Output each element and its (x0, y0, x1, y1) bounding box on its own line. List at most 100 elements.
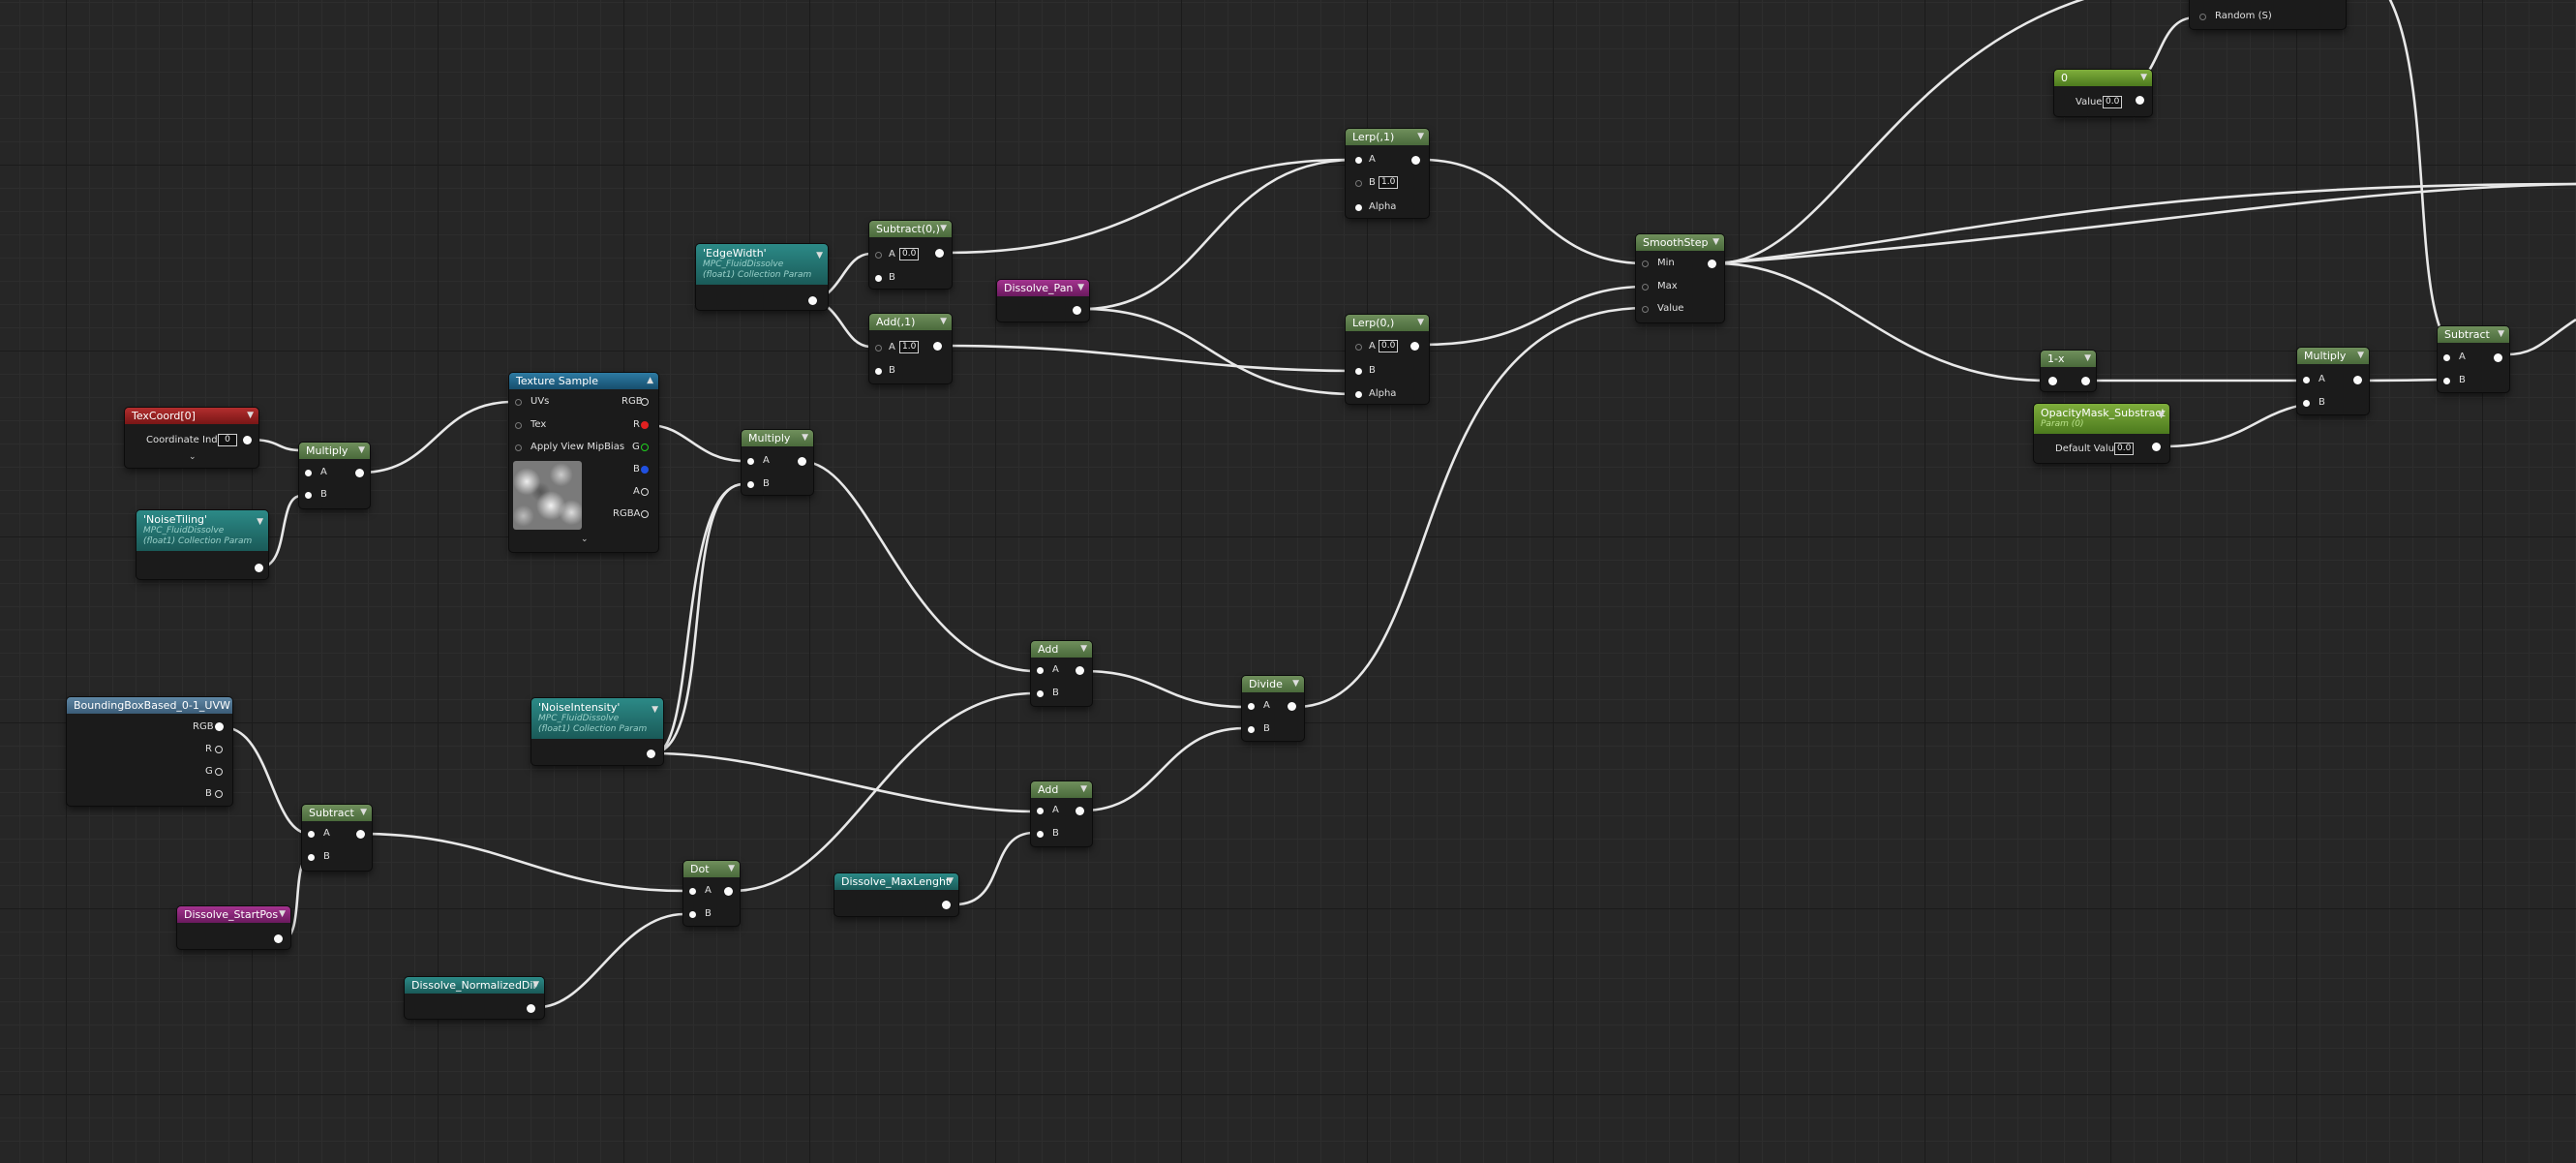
input-pin-b[interactable] (747, 481, 754, 488)
a-output-pin[interactable] (641, 488, 649, 496)
node-header[interactable]: Add ▼ (1031, 641, 1092, 658)
output-pin[interactable] (1076, 807, 1084, 815)
input-pin-b[interactable] (2303, 400, 2310, 407)
input-pin-a[interactable] (875, 345, 882, 352)
chevron-down-icon[interactable]: ▼ (1292, 676, 1299, 692)
tex-pin[interactable] (515, 422, 522, 429)
chevron-down-icon[interactable]: ▼ (2498, 326, 2504, 343)
input-pin-b[interactable] (1037, 690, 1044, 697)
chevron-down-icon[interactable]: ▼ (652, 704, 658, 717)
input-pin-b[interactable] (308, 854, 315, 861)
expand-icon[interactable]: ⌄ (189, 452, 197, 462)
chevron-down-icon[interactable]: ▼ (940, 314, 947, 330)
lerp-node[interactable]: Lerp(,1) ▼ A B 1.0 Alpha (1346, 129, 1429, 218)
default-value-field[interactable]: 0.0 (2114, 443, 2135, 455)
input-pin-b[interactable] (305, 492, 312, 499)
chevron-down-icon[interactable]: ▼ (360, 805, 367, 821)
output-pin[interactable] (808, 296, 817, 305)
input-pin-a[interactable] (2443, 354, 2450, 361)
smoothstep-node[interactable]: SmoothStep ▼ Min Max Value (1636, 234, 1724, 322)
input-pin-a[interactable] (308, 831, 315, 838)
noise-tiling-node[interactable]: 'NoiseTiling' MPC_FluidDissolve (float1) C… (136, 510, 268, 579)
constant-node[interactable]: 0 ▼ Value 0.0 (2054, 70, 2152, 116)
node-header[interactable]: SmoothStep ▼ (1636, 234, 1724, 251)
input-pin-a[interactable] (1355, 157, 1362, 164)
input-pin-min[interactable] (1642, 260, 1649, 267)
input-pin-value[interactable] (1642, 306, 1649, 313)
node-header[interactable]: Dissolve_StartPos ▼ (177, 906, 290, 923)
rgb-output-pin[interactable] (215, 722, 224, 731)
divide-node[interactable]: Divide ▼ A B (1242, 676, 1304, 741)
value-field[interactable]: 0.0 (2103, 96, 2123, 108)
chevron-down-icon[interactable]: ▼ (247, 408, 254, 424)
dissolve-pan-node[interactable]: Dissolve_Pan ▼ (997, 280, 1089, 321)
chevron-down-icon[interactable]: ▼ (1417, 315, 1424, 331)
subtract-node[interactable]: Subtract ▼ A B (302, 805, 372, 871)
random-node[interactable]: Random (S) (2190, 0, 2346, 29)
bounding-box-function-node[interactable]: BoundingBoxBased_0-1_UVW RGB R G B (67, 697, 232, 806)
output-pin[interactable] (1288, 702, 1296, 711)
node-header[interactable]: Dot ▼ (683, 861, 740, 877)
output-pin[interactable] (1411, 156, 1420, 165)
output-pin[interactable] (355, 469, 364, 477)
a-value-field[interactable]: 1.0 (899, 341, 920, 353)
multiply-node[interactable]: Multiply ▼ A B (299, 443, 370, 508)
output-pin[interactable] (942, 901, 951, 909)
chevron-down-icon[interactable]: ▼ (2357, 348, 2364, 364)
output-pin[interactable] (1708, 260, 1716, 268)
noise-intensity-node[interactable]: 'NoiseIntensity' MPC_FluidDissolve (float1… (531, 698, 663, 765)
node-header[interactable]: 'NoiseTiling' MPC_FluidDissolve (float1) C… (136, 510, 268, 551)
chevron-down-icon[interactable]: ▼ (1712, 234, 1719, 251)
input-pin-b[interactable] (875, 275, 882, 282)
a-value-field[interactable]: 0.0 (1379, 340, 1399, 352)
node-header[interactable]: Subtract(0,) ▼ (869, 221, 952, 237)
subtract-node[interactable]: Subtract(0,) ▼ A 0.0 B (869, 221, 952, 289)
node-header[interactable]: Divide ▼ (1242, 676, 1304, 692)
input-pin-max[interactable] (1642, 284, 1649, 291)
chevron-down-icon[interactable]: ▼ (1077, 280, 1084, 296)
mipbias-pin[interactable] (515, 444, 522, 451)
output-pin[interactable] (647, 750, 655, 758)
node-header[interactable]: Add ▼ (1031, 781, 1092, 798)
node-header[interactable]: Subtract ▼ (2438, 326, 2509, 343)
chevron-down-icon[interactable]: ▼ (2158, 410, 2165, 422)
add-node[interactable]: Add ▼ A B (1031, 781, 1092, 846)
input-pin-a[interactable] (1248, 703, 1255, 710)
edge-width-node[interactable]: 'EdgeWidth' MPC_FluidDissolve (float1) Col… (696, 244, 828, 310)
chevron-down-icon[interactable]: ▼ (2084, 351, 2091, 367)
input-pin-alpha[interactable] (1355, 391, 1362, 398)
input-pin-b[interactable] (1355, 180, 1362, 187)
multiply-node[interactable]: Multiply ▼ A B (2297, 348, 2369, 414)
input-pin-alpha[interactable] (1355, 204, 1362, 211)
multiply-node[interactable]: Multiply ▼ A B (742, 430, 813, 495)
output-pin[interactable] (2152, 443, 2161, 451)
node-header[interactable]: Multiply ▼ (299, 443, 370, 459)
output-pin[interactable] (935, 249, 944, 258)
random-input-pin[interactable] (2199, 14, 2206, 20)
output-pin[interactable] (724, 887, 733, 896)
input-pin-a[interactable] (689, 888, 696, 895)
chevron-up-icon[interactable]: ▲ (647, 373, 653, 389)
input-pin[interactable] (2048, 377, 2057, 385)
input-pin-a[interactable] (305, 470, 312, 476)
lerp-node[interactable]: Lerp(0,) ▼ A 0.0 B Alpha (1346, 315, 1429, 404)
output-pin[interactable] (274, 934, 283, 943)
dissolve-normalizeddir-node[interactable]: Dissolve_NormalizedDir ▼ (405, 977, 544, 1019)
input-pin-a[interactable] (747, 458, 754, 465)
node-header[interactable]: Dissolve_NormalizedDir ▼ (405, 977, 544, 994)
input-pin-b[interactable] (1355, 368, 1362, 375)
chevron-down-icon[interactable]: ▼ (947, 873, 954, 890)
input-pin-b[interactable] (689, 911, 696, 918)
a-value-field[interactable]: 0.0 (899, 248, 920, 260)
dot-node[interactable]: Dot ▼ A B (683, 861, 740, 926)
output-pin[interactable] (243, 436, 252, 444)
output-pin[interactable] (2353, 376, 2362, 384)
g-output-pin[interactable] (215, 768, 223, 776)
chevron-down-icon[interactable]: ▼ (257, 516, 263, 529)
node-header[interactable]: 1-x ▼ (2041, 351, 2096, 367)
node-header[interactable]: Dissolve_MaxLenght ▼ (834, 873, 958, 890)
b-value-field[interactable]: 1.0 (1379, 176, 1399, 189)
chevron-down-icon[interactable]: ▼ (940, 221, 947, 237)
node-header[interactable]: Subtract ▼ (302, 805, 372, 821)
output-pin[interactable] (2081, 377, 2090, 385)
